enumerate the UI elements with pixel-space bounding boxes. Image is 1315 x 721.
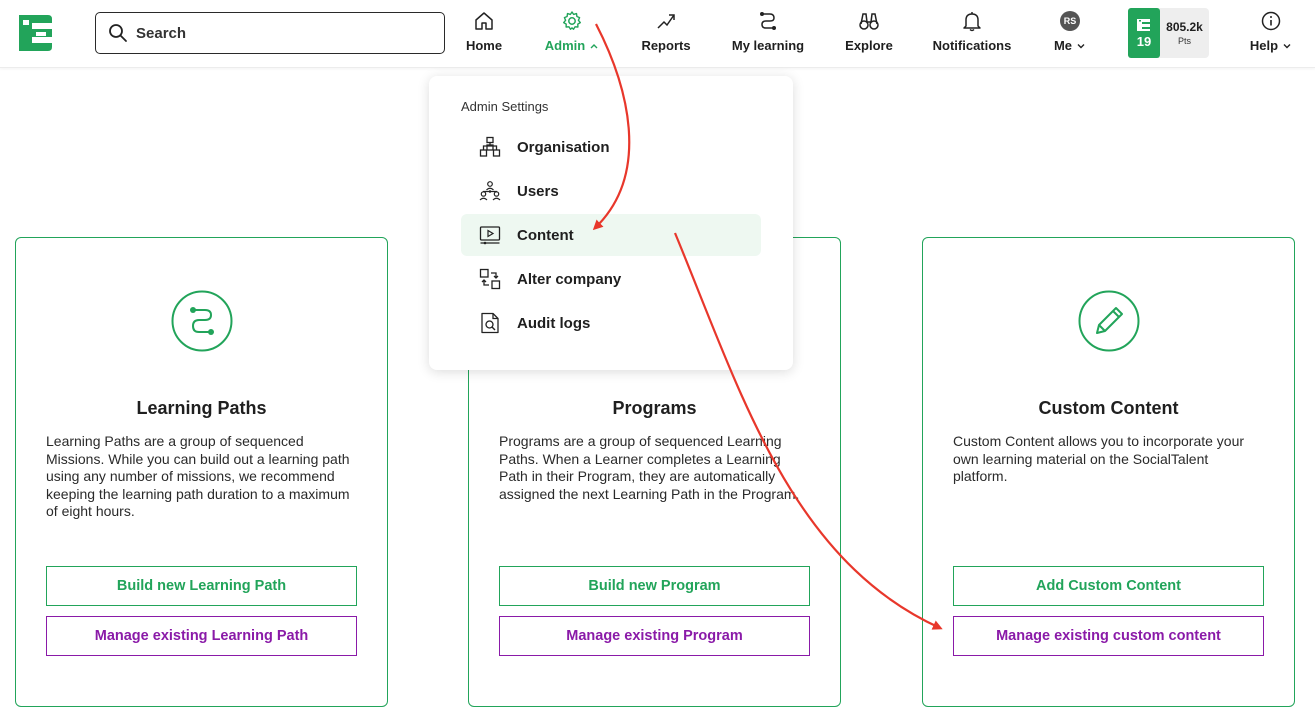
nav-my-learning[interactable]: My learning: [729, 8, 807, 58]
nav-explore-label: Explore: [845, 38, 893, 53]
manage-custom-content-button[interactable]: Manage existing custom content: [953, 616, 1264, 656]
bell-icon: [963, 12, 981, 32]
dropdown-heading: Admin Settings: [461, 99, 549, 114]
nav-admin-label: Admin: [544, 38, 586, 53]
home-icon: [475, 12, 493, 30]
search-input[interactable]: [136, 24, 426, 42]
menu-item-organisation[interactable]: Organisation: [461, 126, 761, 168]
top-navigation: Home Admin Reports My learning Explore N…: [0, 0, 1315, 68]
search-icon: [109, 24, 127, 42]
nav-help[interactable]: Help: [1246, 8, 1296, 58]
level-badge: 19: [1128, 8, 1160, 58]
card-description: Custom Content allows you to incorporate…: [953, 433, 1245, 484]
socialtalent-small-logo-icon: [1137, 18, 1150, 31]
pencil-icon: [1078, 290, 1139, 352]
nav-help-label: Help: [1249, 38, 1279, 53]
nav-me-label: Me: [1053, 38, 1073, 53]
avatar: RS: [1060, 11, 1080, 31]
socialtalent-logo-icon[interactable]: [16, 13, 54, 53]
admin-dropdown-menu: Admin Settings Organisation Users Conten…: [429, 76, 793, 370]
learning-path-small-icon: [760, 12, 776, 30]
points-badge[interactable]: 19 805.2k Pts: [1128, 8, 1209, 58]
binoculars-icon: [859, 13, 879, 30]
chevron-up-icon: [590, 43, 598, 48]
card-title: Learning Paths: [136, 398, 267, 418]
points-value: 805.2k: [1166, 20, 1203, 34]
audit-log-icon: [481, 312, 499, 334]
nav-home[interactable]: Home: [462, 8, 506, 58]
org-chart-icon: [479, 136, 501, 157]
chevron-down-icon: [1283, 43, 1291, 48]
card-description: Learning Paths are a group of sequenced …: [46, 433, 350, 519]
build-learning-path-button[interactable]: Build new Learning Path: [46, 566, 357, 606]
nav-my-learning-label: My learning: [731, 38, 805, 53]
menu-item-alter-company[interactable]: Alter company: [461, 258, 761, 300]
nav-notifications-label: Notifications: [932, 38, 1012, 53]
card-description: Programs are a group of sequenced Learni…: [499, 433, 800, 502]
switch-company-icon: [479, 268, 501, 290]
menu-item-users[interactable]: Users: [461, 170, 761, 212]
content-video-icon: [479, 226, 501, 245]
manage-learning-path-button[interactable]: Manage existing Learning Path: [46, 616, 357, 656]
trend-up-icon: [657, 14, 675, 29]
card-title: Custom Content: [1038, 398, 1179, 418]
card-title: Programs: [612, 398, 697, 418]
menu-item-label: Content: [517, 226, 574, 244]
nav-notifications[interactable]: Notifications: [930, 8, 1014, 58]
menu-item-label: Alter company: [517, 270, 622, 288]
menu-item-audit-logs[interactable]: Audit logs: [461, 302, 761, 344]
users-icon: [479, 181, 501, 201]
learning-path-icon: [171, 290, 232, 352]
add-custom-content-button[interactable]: Add Custom Content: [953, 566, 1264, 606]
menu-item-content[interactable]: Content: [461, 214, 761, 256]
chevron-down-icon: [1077, 43, 1085, 48]
build-program-button[interactable]: Build new Program: [499, 566, 810, 606]
nav-reports-label: Reports: [641, 38, 691, 53]
nav-explore[interactable]: Explore: [843, 8, 895, 58]
menu-item-label: Users: [517, 182, 559, 200]
nav-reports[interactable]: Reports: [639, 8, 693, 58]
gear-icon: [563, 11, 581, 30]
menu-item-label: Organisation: [517, 138, 610, 156]
nav-home-label: Home: [465, 38, 503, 53]
card-learning-paths: Learning Paths Learning Paths are a grou…: [15, 237, 388, 707]
menu-item-label: Audit logs: [517, 314, 591, 332]
manage-program-button[interactable]: Manage existing Program: [499, 616, 810, 656]
info-icon: [1261, 11, 1281, 31]
card-custom-content: Custom Content Custom Content allows you…: [922, 237, 1295, 707]
points-unit: Pts: [1177, 36, 1191, 46]
search-box[interactable]: [95, 12, 445, 54]
nav-admin[interactable]: Admin: [541, 8, 603, 58]
level-number: 19: [1136, 33, 1152, 49]
nav-me[interactable]: RS Me: [1050, 8, 1090, 58]
